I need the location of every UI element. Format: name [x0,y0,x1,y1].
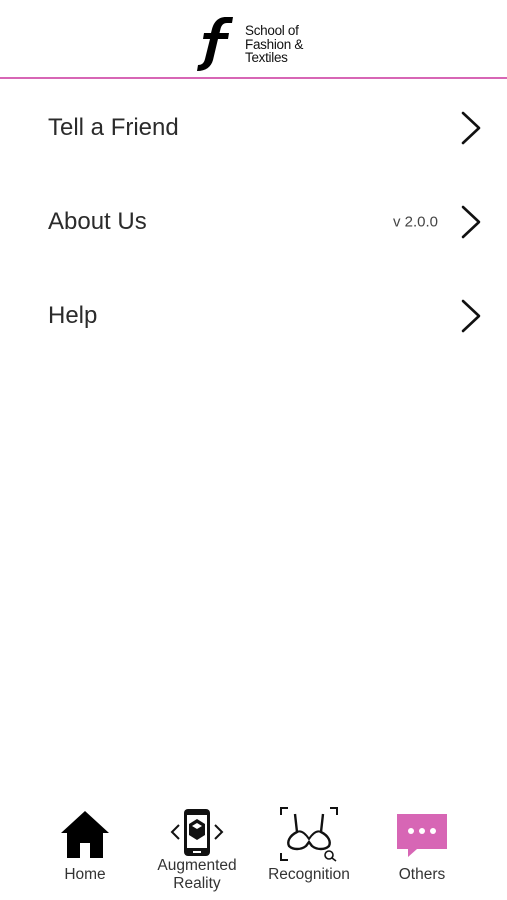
chevron-right-icon [461,111,481,145]
garment-scan-icon [280,807,338,862]
app-header: School of Fashion & Textiles [0,0,507,79]
bottom-tab-bar: Home Augmented Reality Recognition Other… [0,790,507,900]
tab-augmented-reality[interactable]: Augmented Reality [141,790,253,900]
menu-item-about-us[interactable]: About Us v 2.0.0 [0,175,507,269]
logo-wordmark: School of Fashion & Textiles [245,24,303,65]
tab-label-line-2: Reality [173,875,221,892]
logo-line-3: Textiles [245,50,288,65]
tab-others[interactable]: Others [366,790,478,900]
fashion-f-logo-icon [197,17,233,71]
logo-line-1: School of [245,23,299,38]
logo-line-2: Fashion & [245,36,304,52]
chevron-right-icon [461,205,481,239]
tab-label: Others [398,866,446,883]
chat-bubble-icon [397,814,447,857]
menu-item-label: About Us [48,208,147,235]
app-version-text: v 2.0.0 [392,213,438,231]
menu-item-tell-a-friend[interactable]: Tell a Friend [0,81,507,175]
chevron-right-icon [461,299,481,333]
school-logo: School of Fashion & Textiles [196,15,316,71]
tab-label-line-1: Augmented [157,857,237,874]
ar-phone-icon [170,809,224,856]
tab-recognition[interactable]: Recognition [253,790,365,900]
menu-item-help[interactable]: Help [0,269,507,363]
tab-label: Recognition [268,866,350,883]
menu-item-label: Help [48,302,98,329]
home-icon [61,811,109,858]
menu-item-label: Tell a Friend [48,114,179,141]
tab-home[interactable]: Home [29,790,141,900]
tab-label: Home [64,866,106,883]
